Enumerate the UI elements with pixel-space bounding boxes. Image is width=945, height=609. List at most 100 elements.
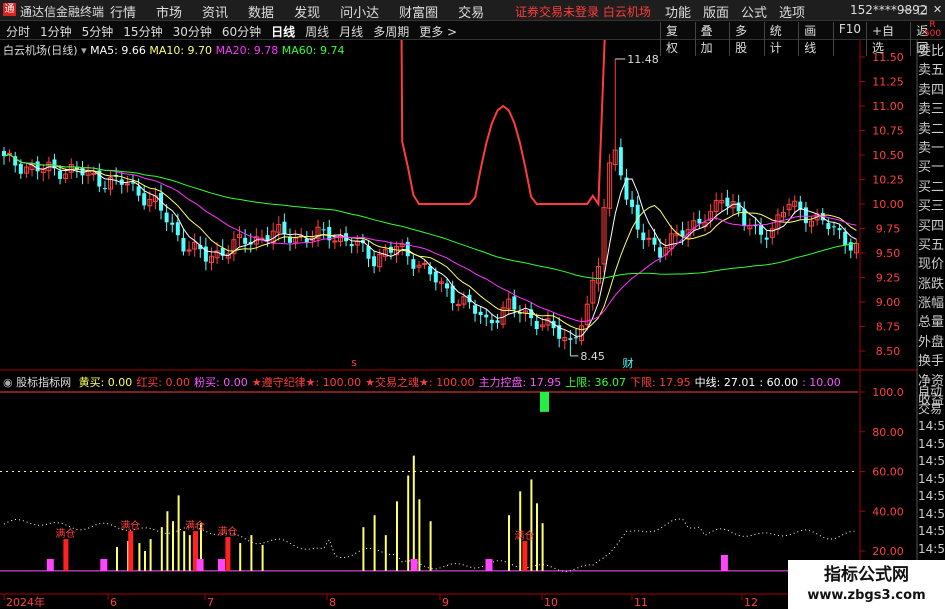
price-tick-label: 9.25 [876, 272, 901, 285]
candle-down [641, 232, 646, 241]
candle-down [80, 167, 85, 176]
quote-row-16[interactable]: 换手 [918, 352, 945, 371]
time-axis-label: 12 [744, 596, 758, 609]
quote-row-6[interactable]: 买一 [918, 158, 945, 177]
yellow-buy-bar [508, 515, 510, 571]
time-axis-label: 6 [110, 596, 117, 609]
period-more[interactable]: 更多 > [419, 23, 457, 40]
quote-row-4[interactable]: 卖二 [918, 120, 945, 139]
tick-row-4: 14:56 [918, 454, 945, 468]
quote-row-11[interactable]: 现价 [918, 255, 945, 274]
price-tick-label: 9.00 [876, 296, 901, 309]
price-tick-label: 8.50 [876, 345, 901, 358]
red-buy-bar [225, 537, 231, 571]
quote-row-0[interactable]: 委比 [918, 42, 945, 61]
quote-row-12[interactable]: 涨跌 [918, 275, 945, 294]
period-monthly[interactable]: 月线 [339, 23, 363, 40]
green-signal-bar [540, 392, 549, 412]
price-tick-label: 11.25 [872, 76, 904, 89]
menu-formula[interactable]: 公式 [741, 2, 767, 21]
candle-down [388, 246, 393, 253]
candle-down [164, 212, 169, 223]
menu-function[interactable]: 功能 [665, 2, 691, 21]
period-daily[interactable]: 日线 [271, 23, 295, 40]
watermark-title: 指标公式网 [824, 565, 909, 585]
quote-row-2[interactable]: 卖四 [918, 81, 945, 100]
indicator-item-0: 黄买: 0.00 [78, 376, 133, 389]
menu-ask[interactable]: 问小达 [340, 2, 379, 21]
indicator-tick-label: 100.0 [872, 386, 904, 399]
quote-row-5[interactable]: 卖一 [918, 139, 945, 158]
quote-row-15[interactable]: 外盘 [918, 333, 945, 352]
period-60min[interactable]: 60分钟 [222, 23, 261, 40]
yellow-buy-bar [166, 511, 169, 571]
app-name: 通达信金融终端 [20, 5, 105, 19]
quote-row-14[interactable]: 总量 [918, 313, 945, 332]
low-label: 8.45 [580, 350, 605, 363]
full-position-label: 满仓 [55, 527, 75, 540]
candle-down [58, 170, 63, 179]
period-multi[interactable]: 多周期 [373, 23, 409, 40]
quote-row-8[interactable]: 买三 [918, 197, 945, 216]
indicator-item-1: 红买: 0.00 [136, 376, 191, 389]
price-tick-label: 11.00 [872, 100, 904, 113]
indicator-name[interactable]: 股标指标网 [16, 376, 71, 389]
menu-layout[interactable]: 版面 [703, 2, 729, 21]
indicator-settings-icon[interactable]: ◉ [3, 376, 13, 389]
menu-data[interactable]: 数据 [248, 2, 274, 21]
time-axis-label: 11 [634, 596, 648, 609]
candle-down [843, 231, 848, 246]
quote-row-9[interactable]: 买四 [918, 217, 945, 236]
yellow-buy-bar [396, 501, 398, 571]
stock-name[interactable]: 白云机场(日线) [3, 44, 78, 57]
period-weekly[interactable]: 周线 [305, 23, 329, 40]
marker-s: s [351, 356, 357, 369]
quote-row-3[interactable]: 卖三 [918, 100, 945, 119]
settings-icon[interactable]: ▾ [81, 44, 87, 57]
yellow-buy-bar [362, 527, 365, 571]
yellow-buy-bar [160, 527, 163, 571]
price-tick-label: 11.50 [872, 51, 904, 64]
maximize-icon[interactable]: □ [915, 0, 930, 20]
menu-wealth[interactable]: 财富圈 [399, 2, 438, 21]
indicator-tick-label: 40.00 [872, 505, 904, 518]
period-30min[interactable]: 30分钟 [173, 23, 212, 40]
ma5-line [3, 154, 857, 337]
menu-quotes[interactable]: 行情 [110, 2, 136, 21]
candle-down [445, 283, 450, 289]
tick-row-5: 14:56 [918, 471, 945, 486]
price-tick-label: 9.75 [876, 223, 901, 236]
kline-chart[interactable]: 11.50 11.25 11.00 10.75 10.50 10.25 10.00 9.75 9… [0, 40, 945, 609]
minimize-icon[interactable]: — [900, 0, 915, 20]
menu-news[interactable]: 资讯 [202, 2, 228, 21]
candle-down [243, 237, 248, 244]
quote-row-13[interactable]: 涨幅 [918, 294, 945, 313]
candle-down [618, 147, 623, 176]
quote-row-7[interactable]: 买二 [918, 178, 945, 197]
tick-row-8: 14:56 [918, 524, 945, 538]
quote-row-10[interactable]: 买五 [918, 236, 945, 255]
candle-down [142, 193, 147, 206]
period-15min[interactable]: 15分钟 [123, 23, 162, 40]
indicator-item-6: 上限: 36.07 [565, 376, 626, 389]
candle-up [186, 249, 192, 252]
pink-buy-bar [720, 554, 728, 571]
trade-login-warning[interactable]: 证券交易未登录 白云机场 [515, 3, 651, 20]
period-1min[interactable]: 1分钟 [40, 23, 72, 40]
yellow-buy-bar [261, 545, 264, 571]
close-icon[interactable]: ✕ [930, 0, 945, 20]
menu-discover[interactable]: 发现 [294, 2, 320, 21]
menu-options[interactable]: 选项 [779, 2, 805, 21]
period-minute[interactable]: 分时 [6, 23, 30, 40]
candle-down [624, 177, 629, 200]
title-bar: 通 通达信金融终端 行情 市场 资讯 数据 发现 问小达 财富圈 交易 证券交易… [0, 0, 945, 21]
full-position-label: 满仓 [185, 519, 205, 532]
yellow-buy-bar [530, 479, 533, 571]
period-5min[interactable]: 5分钟 [82, 23, 114, 40]
menu-market[interactable]: 市场 [156, 2, 182, 21]
candle-down [831, 226, 836, 228]
quote-row-1[interactable]: 卖五 [918, 61, 945, 80]
menu-trade[interactable]: 交易 [458, 2, 484, 21]
pink-buy-bar [46, 558, 54, 571]
candle-down [181, 238, 186, 252]
